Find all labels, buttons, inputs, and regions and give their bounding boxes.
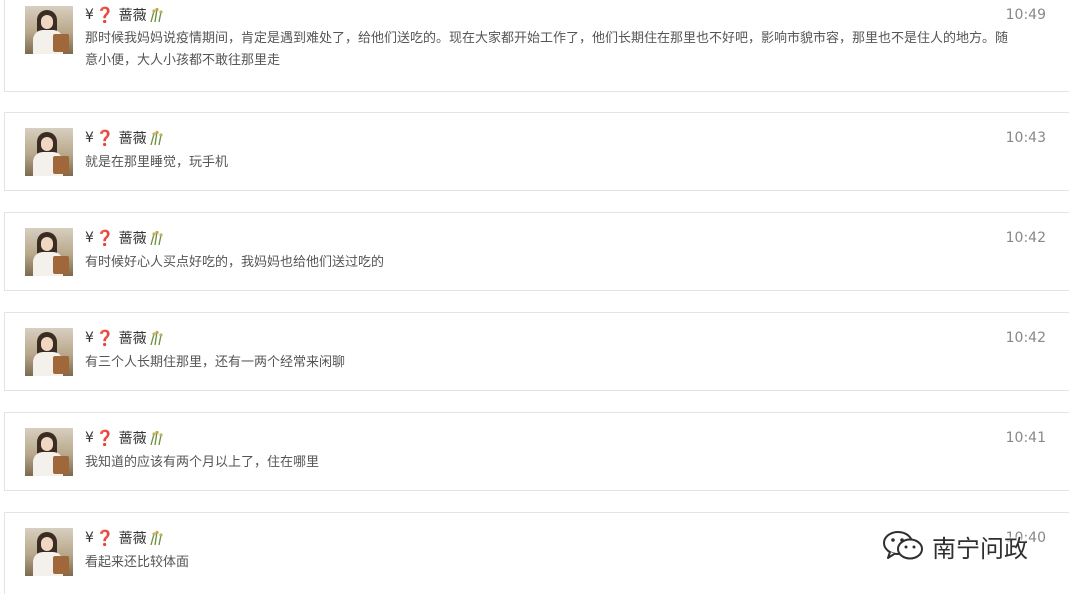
username[interactable]: ¥ ❓ 蔷薇	[85, 329, 164, 347]
question-badge-icon: ❓	[95, 429, 115, 447]
avatar[interactable]	[25, 528, 73, 576]
question-badge-icon: ❓	[95, 529, 115, 547]
list-item[interactable]: ¥ ❓ 蔷薇 10:43 就是在那里睡觉，玩手机	[4, 112, 1069, 191]
message-time: 10:43	[1005, 130, 1046, 146]
message-text: 我知道的应该有两个月以上了，住在哪里	[85, 455, 320, 470]
message-text: 有时候好心人买点好吃的，我妈妈也给他们送过吃的	[85, 255, 385, 270]
username-text: 蔷薇	[118, 231, 147, 247]
list-item[interactable]: ¥ ❓ 蔷薇 10:42 有三个人长期住那里，还有一两个经常来闲聊	[4, 312, 1069, 391]
message-text: 就是在那里睡觉，玩手机	[85, 155, 229, 170]
username-prefix: ¥	[85, 330, 94, 346]
avatar[interactable]	[25, 128, 73, 176]
wechat-icon	[883, 531, 923, 560]
watermark: 南宁问政	[882, 526, 1028, 566]
list-item[interactable]: ¥ ❓ 蔷薇 10:42 有时候好心人买点好吃的，我妈妈也给他们送过吃的	[4, 212, 1069, 291]
question-badge-icon: ❓	[95, 329, 115, 347]
message-time: 10:41	[1005, 430, 1046, 446]
avatar[interactable]	[25, 6, 73, 54]
list-item[interactable]: ¥ ❓ 蔷薇 10:41 我知道的应该有两个月以上了，住在哪里	[4, 412, 1069, 491]
plant-icon	[149, 530, 163, 546]
question-badge-icon: ❓	[95, 6, 115, 24]
username[interactable]: ¥ ❓ 蔷薇	[85, 529, 164, 547]
message-list: ¥ ❓ 蔷薇 10:49 那时候我妈妈说疫情期间，肯定是遇到难处了，给他们送吃的…	[0, 0, 1069, 594]
username-text: 蔷薇	[118, 131, 147, 147]
question-badge-icon: ❓	[95, 129, 115, 147]
watermark-text: 南宁问政	[932, 534, 1028, 563]
username[interactable]: ¥ ❓ 蔷薇	[85, 129, 164, 147]
username-prefix: ¥	[85, 530, 94, 546]
plant-icon	[149, 330, 163, 346]
question-badge-icon: ❓	[95, 229, 115, 247]
plant-icon	[149, 7, 163, 23]
username[interactable]: ¥ ❓ 蔷薇	[85, 429, 164, 447]
username-text: 蔷薇	[118, 8, 147, 24]
username[interactable]: ¥ ❓ 蔷薇	[85, 229, 164, 247]
message-text: 那时候我妈妈说疫情期间，肯定是遇到难处了，给他们送吃的。现在大家都开始工作了，他…	[85, 31, 1009, 68]
plant-icon	[149, 130, 163, 146]
username-prefix: ¥	[85, 430, 94, 446]
message-text: 有三个人长期住那里，还有一两个经常来闲聊	[85, 355, 346, 370]
avatar[interactable]	[25, 428, 73, 476]
username-prefix: ¥	[85, 230, 94, 246]
message-time: 10:49	[1005, 7, 1046, 23]
username[interactable]: ¥ ❓ 蔷薇	[85, 6, 164, 24]
avatar[interactable]	[25, 328, 73, 376]
message-time: 10:42	[1005, 330, 1046, 346]
username-text: 蔷薇	[118, 431, 147, 447]
username-text: 蔷薇	[118, 331, 147, 347]
plant-icon	[149, 230, 163, 246]
avatar[interactable]	[25, 228, 73, 276]
message-time: 10:42	[1005, 230, 1046, 246]
username-prefix: ¥	[85, 130, 94, 146]
list-item[interactable]: ¥ ❓ 蔷薇 10:49 那时候我妈妈说疫情期间，肯定是遇到难处了，给他们送吃的…	[4, 0, 1069, 92]
plant-icon	[149, 430, 163, 446]
username-prefix: ¥	[85, 7, 94, 23]
username-text: 蔷薇	[118, 531, 147, 547]
